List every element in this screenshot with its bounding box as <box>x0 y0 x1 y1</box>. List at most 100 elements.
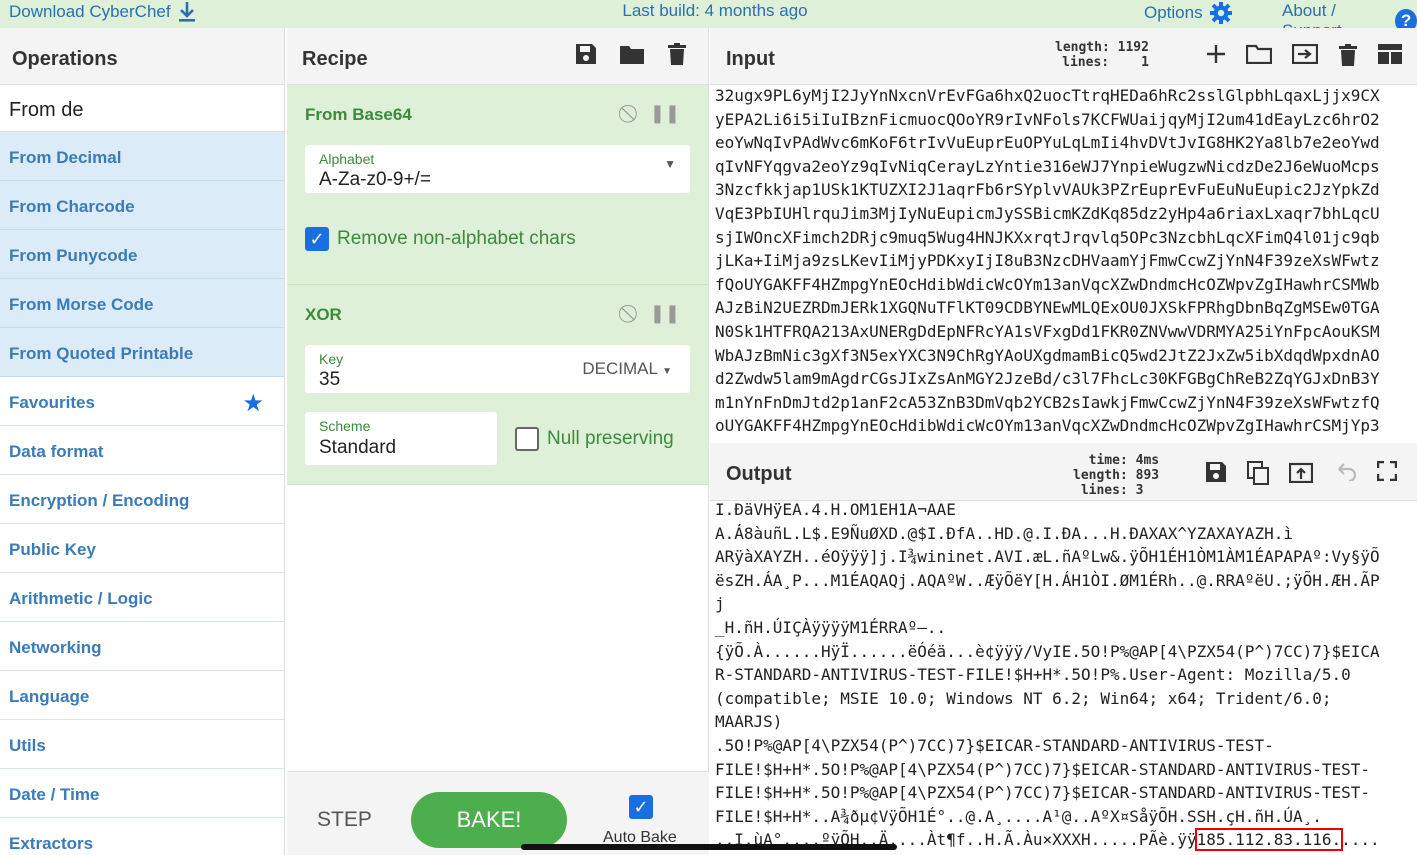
op-result-from-morse-code[interactable]: From Morse Code <box>0 279 284 328</box>
output-line: (compatible; MSIE 10.0; Windows NT 6.2; … <box>715 688 1332 708</box>
output-line: _H.ñH.ÚIÇÀÿÿÿÿM1ÉRRAº–.. <box>715 617 947 637</box>
null-preserving-checkbox[interactable]: Null preserving <box>515 427 674 451</box>
alphabet-label: Alphabet <box>319 151 375 167</box>
output-line: FILE!$H+H*.5O!P%@AP[4\PZX54(P^)7CC)7}$EI… <box>715 783 1371 803</box>
category-encryption-encoding[interactable]: Encryption / Encoding <box>0 475 284 524</box>
input-length: 1192 <box>1117 40 1149 55</box>
input-line: AJzBiN2UEZRDmJERk1XGQNuTFlKT09CDBYNEwMLQ… <box>715 298 1380 318</box>
top-bar: Download CyberChef Last build: 4 months … <box>0 0 1417 40</box>
input-line: eoYwNqIvPAdWvc6mKoF6trIvVuEuprEuOPYuLqLm… <box>715 133 1380 153</box>
input-line: qIvNFYqgva2eoYz9qIvNiqCerayLzYntie316eWJ… <box>715 156 1380 176</box>
save-icon[interactable] <box>1205 461 1227 483</box>
output-line: A.Á8àuñL.L$.E9ÑuØXD.@$I.ÐfA..HD.@.I.ÐA..… <box>715 523 1293 543</box>
alphabet-select[interactable]: Alphabet A-Za-z0-9+/= ▼ <box>305 145 690 193</box>
scheme-value: Standard <box>319 437 397 458</box>
op-result-from-charcode[interactable]: From Charcode <box>0 181 284 230</box>
key-label: Key <box>319 351 344 367</box>
caret-down-icon: ▼ <box>662 366 672 377</box>
folder-icon[interactable] <box>619 43 645 65</box>
save-icon[interactable] <box>575 43 597 65</box>
trash-icon[interactable] <box>667 43 687 65</box>
maximise-icon[interactable] <box>1377 461 1397 481</box>
input-header: Input length: 1192 lines: 1 <box>710 28 1417 85</box>
output-line: j <box>715 594 725 614</box>
output-line: MAARJS) <box>715 712 783 732</box>
output-line: R-STANDARD-ANTIVIRUS-TEST-FILE!$H+H*.5O!… <box>715 665 1351 685</box>
key-format-dropdown[interactable]: DECIMAL ▼ <box>582 359 672 379</box>
input-line: N0Sk1HTFRQA213AxUNERgDdEpNFRcYA1sVFxgDd1… <box>715 321 1380 341</box>
star-icon: ★ <box>242 390 264 417</box>
checkbox-empty <box>515 427 539 451</box>
layout-icon[interactable] <box>1378 44 1402 64</box>
options-link[interactable]: Options <box>1144 1 1233 25</box>
ingredient-title: From Base64 <box>305 105 412 124</box>
output-line: .5O!P%@AP[4\PZX54(P^)7CC)7}$EICAR-STANDA… <box>715 735 1274 755</box>
category-utils[interactable]: Utils <box>0 720 284 769</box>
input-line: sjIWOncXFimch2DRjc9muq5Wug4HNJKXxrqtJrqv… <box>715 227 1380 247</box>
step-button[interactable]: STEP <box>317 808 372 832</box>
category-data-format[interactable]: Data format <box>0 426 284 475</box>
check-icon: ✓ <box>629 795 653 819</box>
category-label: Favourites <box>9 393 95 412</box>
recipe-title: Recipe <box>302 48 368 70</box>
category-favourites[interactable]: Favourites ★ <box>0 377 284 426</box>
category-extractors[interactable]: Extractors <box>0 818 284 855</box>
input-line: WbAJzBmNic3gXf3N5exYXC3N9ChRgYAoUXgdmamB… <box>715 345 1380 365</box>
output-line: {ÿÕ.À......HÿÏ......ëÓéä...è¢ÿÿÿ/VyIE.5O… <box>715 641 1380 661</box>
key-format-label: DECIMAL <box>582 359 658 378</box>
input-line: m1nYnFnDmJtd2p1anF2cA53ZnB3DmVqb2YCB2sIa… <box>715 392 1380 412</box>
output-text: I.ÐäVHÿEA.4.H.OM1EH1A¬AAE A.Á8àuñL.L$.E9Ñ… <box>715 498 1415 855</box>
category-date-time[interactable]: Date / Time <box>0 769 284 818</box>
key-value: 35 <box>319 369 341 390</box>
output-line: ësZH.ÁA¸P...M1ÉAQAQj.AQAºW..ÆÿÕëY[H.ÁH1Ò… <box>715 570 1380 590</box>
input-panel: Input length: 1192 lines: 1 32ugx9PL6yMj… <box>710 28 1417 443</box>
ingredient-title: XOR <box>305 305 342 324</box>
load-file-icon[interactable] <box>1292 44 1318 64</box>
plus-icon[interactable] <box>1206 44 1226 64</box>
input-line: jLKa+IiMja9zsLKevIiMjyPDKxyIjI8uB3NzcDHV… <box>715 251 1380 271</box>
input-line: 32ugx9PL6yMjI2JyYnNxcnVrEvFGa6hxQ2uocTtr… <box>715 86 1380 105</box>
highlighted-ip: 185.112.83.116. <box>1194 828 1344 852</box>
recipe-controls: STEP BAKE! ✓ Auto Bake <box>287 771 709 855</box>
input-line: VqE3PbIUHlrquJim3MjIyNuEupicmJySSBicmKZd… <box>715 203 1380 223</box>
pause-icon[interactable]: ❚❚ <box>650 303 680 324</box>
remove-label: Remove non-alphabet chars <box>337 228 576 249</box>
scheme-select[interactable]: Scheme Standard <box>305 412 497 465</box>
output-title: Output <box>726 463 792 485</box>
caret-down-icon: ▼ <box>664 157 676 171</box>
category-language[interactable]: Language <box>0 671 284 720</box>
open-folder-icon[interactable] <box>1246 44 1272 64</box>
category-arithmetic-logic[interactable]: Arithmetic / Logic <box>0 573 284 622</box>
input-line: d2Zwdw5lam9mAgdrCGsJIxZsAnMGY2JzeBd/c3l7… <box>715 369 1380 389</box>
scheme-label: Scheme <box>319 418 371 434</box>
input-lines: 1 <box>1141 55 1149 70</box>
input-line: 3Nzcfkkjap1USk1KTUZXI2J1aqrFb6rSYplvVAUk… <box>715 180 1380 200</box>
output-header: Output time: 4ms length: 893 lines: 3 <box>710 443 1417 501</box>
ingredient-xor: XOR ⃠ ❚❚ Key 35 DECIMAL ▼ Scheme Standar… <box>287 285 708 485</box>
op-result-from-quoted-printable[interactable]: From Quoted Printable <box>0 328 284 377</box>
op-result-from-punycode[interactable]: From Punycode <box>0 230 284 279</box>
input-stats: length: 1192 lines: 1 <box>1055 40 1149 70</box>
key-input[interactable]: Key 35 DECIMAL ▼ <box>305 345 690 393</box>
remove-non-alphabet-checkbox[interactable]: ✓ Remove non-alphabet chars <box>305 227 576 251</box>
category-public-key[interactable]: Public Key <box>0 524 284 573</box>
copy-icon[interactable] <box>1247 461 1269 485</box>
input-line: fQoUYGAKFF4HZmpgYnEOcHdibWdicWcOYm13anVq… <box>715 274 1380 294</box>
options-label: Options <box>1144 3 1203 22</box>
check-icon: ✓ <box>305 227 329 251</box>
operations-panel: Operations From de From Decimal From Cha… <box>0 28 285 855</box>
pause-icon[interactable]: ❚❚ <box>650 103 680 124</box>
undo-icon[interactable] <box>1333 461 1357 481</box>
output-length: 893 <box>1135 468 1160 483</box>
output-line: ARÿàXAYZH..éOÿÿÿ]j.I¾wininet.AVI.æL.ñAºL… <box>715 547 1380 567</box>
bake-button[interactable]: BAKE! <box>411 792 567 848</box>
replace-input-icon[interactable] <box>1289 461 1313 483</box>
category-networking[interactable]: Networking <box>0 622 284 671</box>
output-line: I.ÐäVHÿEA.4.H.OM1EH1A¬AAE <box>715 500 956 519</box>
recipe-header: Recipe <box>287 28 708 85</box>
input-textarea[interactable]: 32ugx9PL6yMjI2JyYnNxcnVrEvFGa6hxQ2uocTtr… <box>715 84 1415 440</box>
input-title: Input <box>726 48 775 70</box>
trash-icon[interactable] <box>1338 44 1358 66</box>
operations-search-input[interactable]: From de <box>0 85 284 132</box>
op-result-from-decimal[interactable]: From Decimal <box>0 132 284 181</box>
